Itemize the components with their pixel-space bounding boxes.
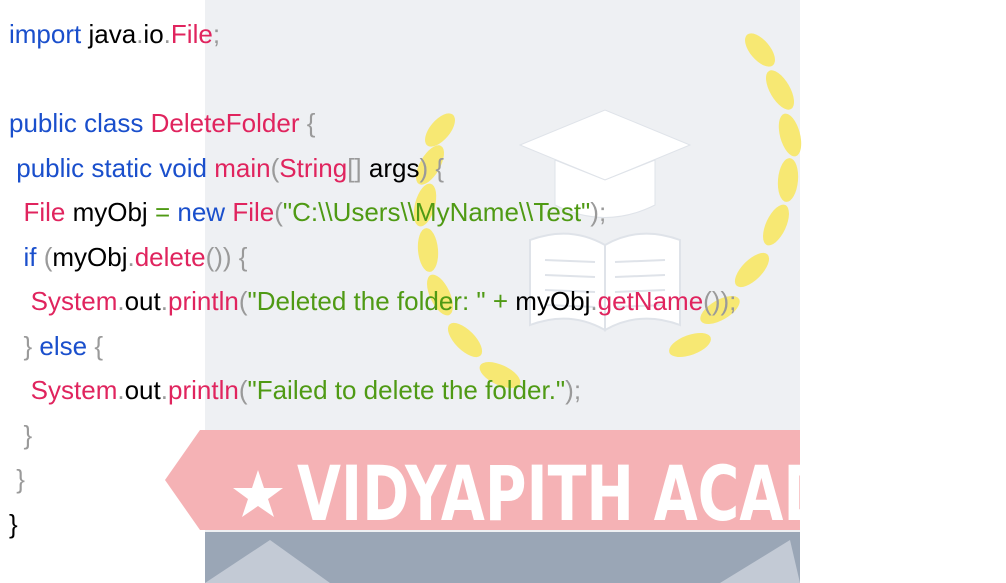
code-token-ident: } (9, 508, 18, 539)
code-token-op: = (154, 197, 171, 227)
code-token-type: String (279, 152, 348, 183)
code-token-ident: args (368, 152, 420, 183)
code-token-ident: out (124, 375, 161, 405)
code-token-string: "Deleted the folder: " (247, 286, 486, 316)
code-token-punct: ; (212, 19, 221, 49)
code-token-ident: io (143, 19, 164, 49)
code-line: } (9, 457, 736, 502)
code-token-punct: ); (590, 197, 607, 227)
code-line: } else { (9, 324, 736, 369)
code-token-punct: { (435, 152, 445, 183)
code-token-punct: ) (419, 152, 429, 183)
code-token-punct: } (16, 464, 25, 494)
code-token-punct: { (306, 108, 316, 138)
code-line: import java.io.File; (9, 12, 736, 57)
code-token-punct: . (590, 286, 598, 316)
code-token-keyword: public static void (16, 152, 207, 183)
code-token-punct: { (94, 330, 103, 361)
code-token-punct: } (23, 419, 33, 450)
code-token-punct: ); (565, 375, 582, 405)
code-token-type: System (30, 286, 118, 316)
code-token-type: System (30, 375, 118, 405)
code-token-keyword: public class (9, 108, 144, 138)
code-token-keyword: else (39, 330, 88, 361)
code-token-type: DeleteFolder (150, 108, 300, 138)
code-line: } (9, 413, 736, 458)
code-token-punct: ()) { (205, 241, 248, 272)
code-token-punct: ( (270, 152, 280, 183)
code-token-punct: ( (274, 197, 283, 227)
code-token-string: "Failed to delete the folder." (247, 375, 566, 405)
code-line: public class DeleteFolder { (9, 101, 736, 146)
code-token-ident: java (88, 19, 137, 49)
code-token-type: println (167, 375, 239, 405)
code-block: import java.io.File; public class Delete… (9, 12, 736, 546)
code-token-type: getName (597, 286, 704, 316)
code-token-ident: out (124, 286, 161, 316)
code-token-punct: . (163, 19, 171, 49)
code-token-ident: myObj (52, 241, 128, 272)
code-line: public static void main(String[] args) { (9, 146, 736, 191)
code-token-punct: . (160, 375, 168, 405)
code-token-punct: ()); (703, 286, 737, 316)
code-token-type: File (170, 19, 213, 49)
code-token-ident: myObj (515, 286, 591, 316)
code-token-type: File (232, 197, 275, 227)
code-token-punct: . (117, 286, 125, 316)
code-token-keyword: if (23, 241, 37, 272)
code-token-keyword: import (9, 19, 82, 49)
code-line: System.out.println("Failed to delete the… (9, 368, 736, 413)
code-line: File myObj = new File("C:\\Users\\MyName… (9, 190, 736, 235)
code-token-ident: myObj (72, 197, 148, 227)
code-token-punct: . (127, 241, 135, 272)
code-token-type: delete (134, 241, 206, 272)
code-token-keyword: new (177, 197, 226, 227)
code-token-punct: . (117, 375, 125, 405)
code-token-type: File (23, 197, 66, 227)
code-token-type: main (214, 152, 271, 183)
code-line: System.out.println("Deleted the folder: … (9, 279, 737, 324)
code-line: if (myObj.delete()) { (9, 235, 736, 280)
code-line: } (9, 502, 736, 547)
code-token-string: "C:\\Users\\MyName\\Test" (282, 197, 591, 227)
code-token-punct: . (160, 286, 168, 316)
code-token-op: + (492, 286, 509, 316)
code-token-punct: [] (347, 152, 362, 183)
code-token-punct: } (23, 330, 33, 361)
code-token-type: println (167, 286, 239, 316)
